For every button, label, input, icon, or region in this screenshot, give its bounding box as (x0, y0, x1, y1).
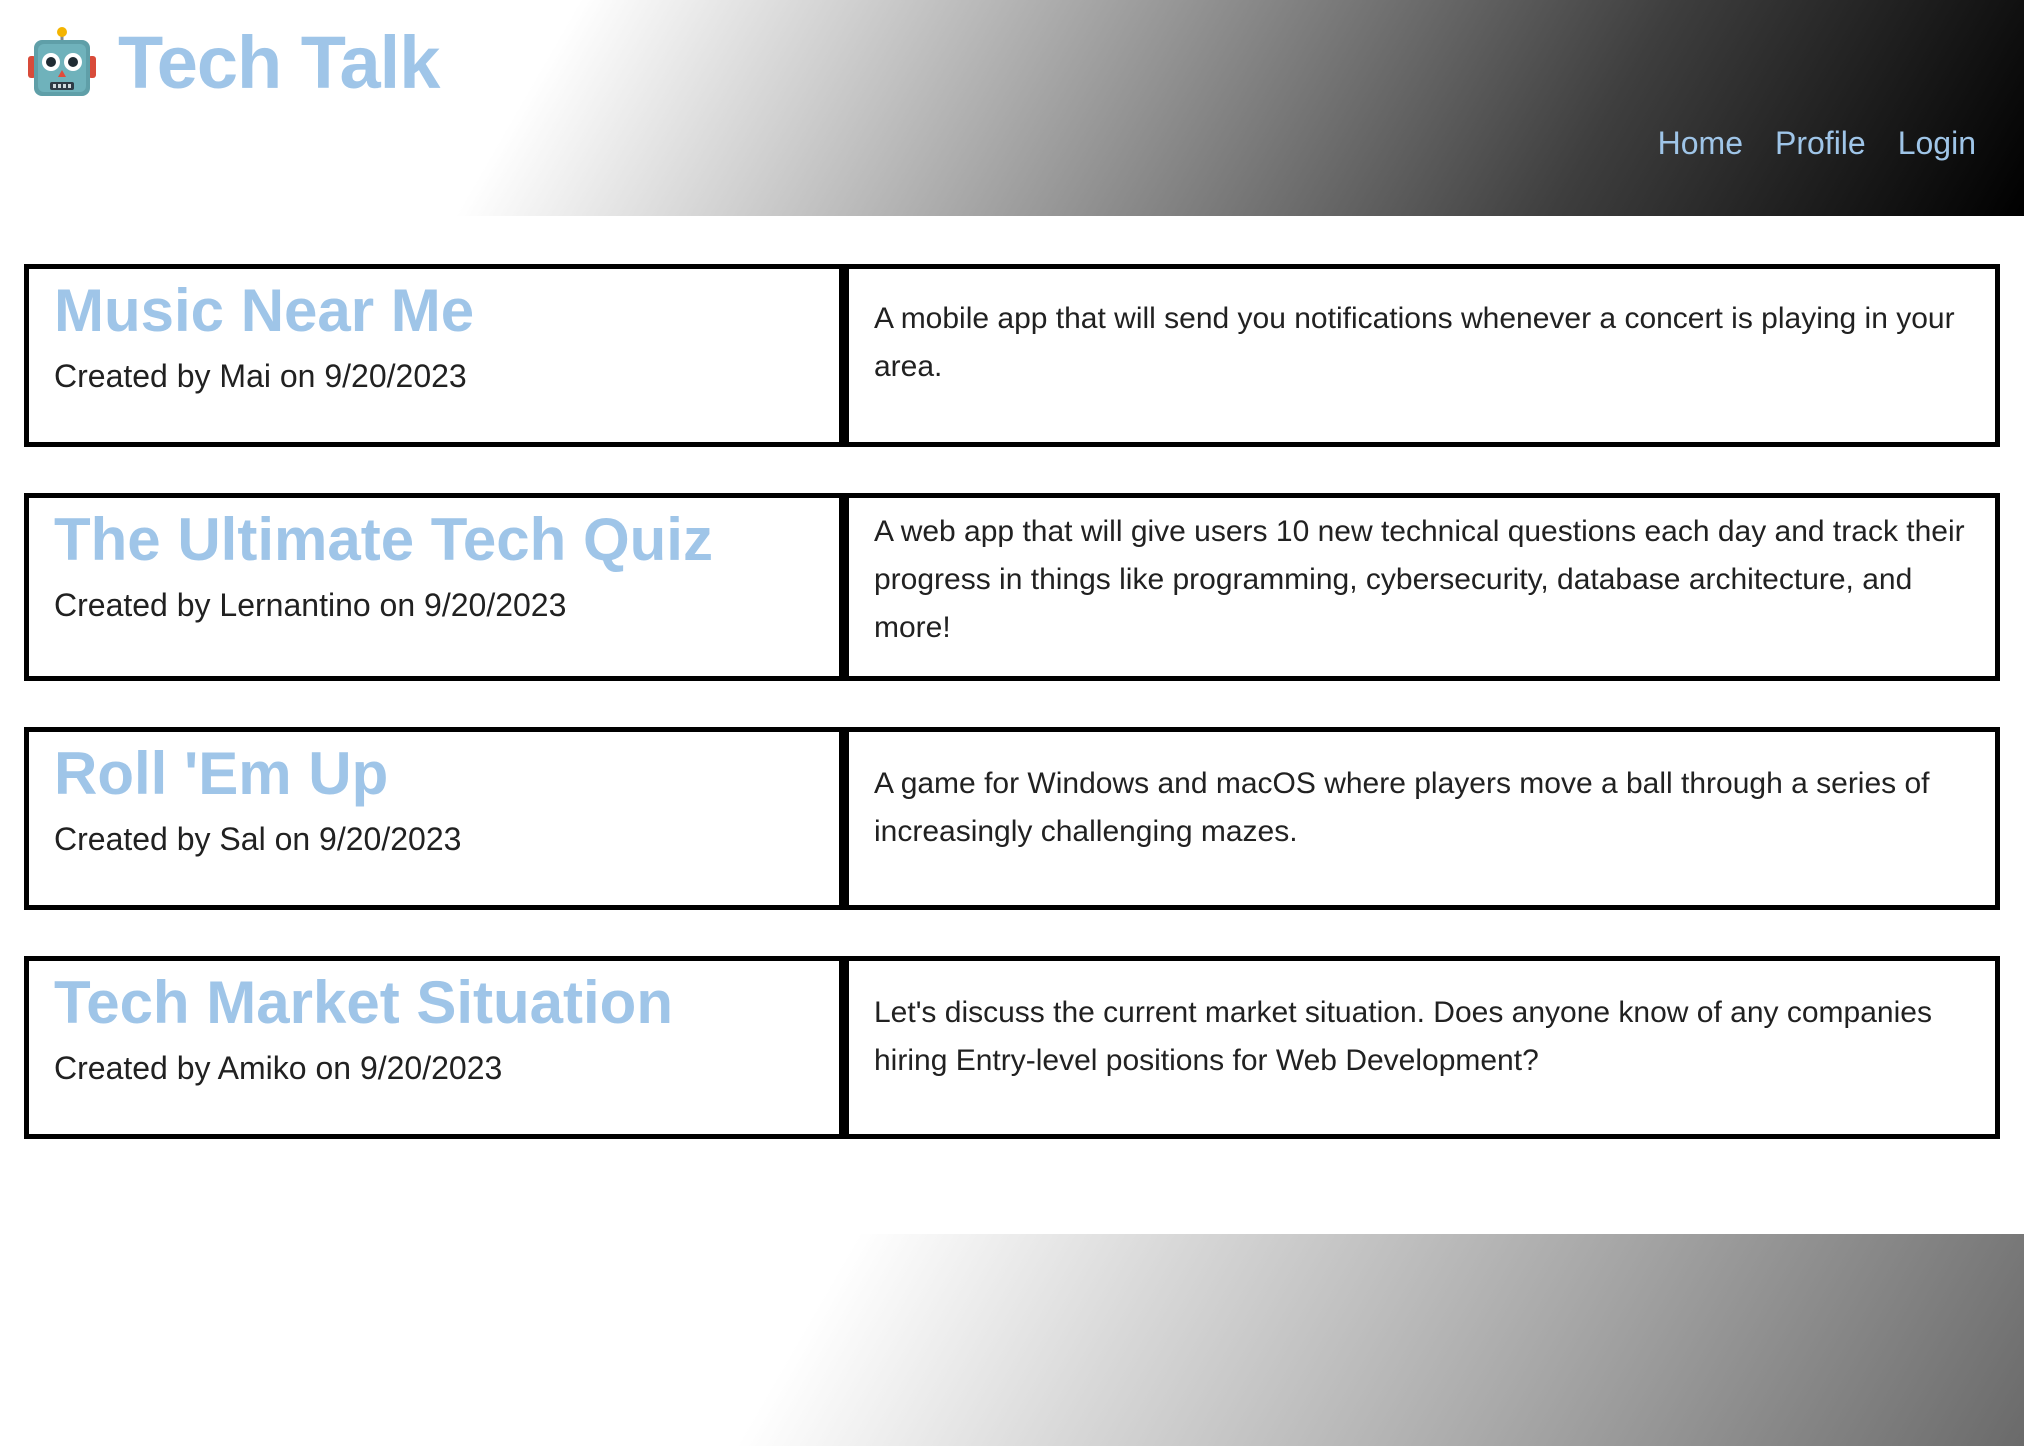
post-description: Let's discuss the current market situati… (874, 996, 1932, 1077)
post-title-link[interactable]: Tech Market Situation (54, 970, 839, 1036)
brand[interactable]: Tech Talk (28, 18, 440, 108)
post-description: A web app that will give users 10 new te… (874, 515, 1965, 644)
post-meta: Created by Amiko on 9/20/2023 (54, 1049, 503, 1086)
post-title-link[interactable]: The Ultimate Tech Quiz (54, 507, 839, 573)
post-title-link[interactable]: Music Near Me (54, 278, 839, 344)
nav-login-link[interactable]: Login (1898, 125, 1976, 162)
post-card: Roll 'Em Up Created by Sal on 9/20/2023 … (24, 727, 2000, 910)
post-card: Tech Market Situation Created by Amiko o… (24, 956, 2000, 1139)
post-list: Music Near Me Created by Mai on 9/20/202… (24, 264, 2000, 1185)
robot-icon (28, 26, 96, 100)
post-card: The Ultimate Tech Quiz Created by Lernan… (24, 493, 2000, 681)
post-header: Roll 'Em Up Created by Sal on 9/20/2023 (29, 732, 849, 905)
post-header: The Ultimate Tech Quiz Created by Lernan… (29, 498, 849, 676)
post-title-link[interactable]: Roll 'Em Up (54, 741, 839, 807)
site-title[interactable]: Tech Talk (118, 26, 440, 100)
main-nav: Home Profile Login (1658, 125, 1976, 162)
nav-home-link[interactable]: Home (1658, 125, 1743, 162)
post-description: A mobile app that will send you notifica… (874, 302, 1955, 383)
post-meta: Created by Lernantino on 9/20/2023 (54, 586, 567, 623)
site-header: Tech Talk Home Profile Login (0, 0, 2024, 216)
post-meta: Created by Sal on 9/20/2023 (54, 820, 462, 857)
site-footer (0, 1234, 2024, 1446)
post-description: A game for Windows and macOS where playe… (874, 767, 1930, 848)
nav-profile-link[interactable]: Profile (1775, 125, 1866, 162)
post-card: Music Near Me Created by Mai on 9/20/202… (24, 264, 2000, 447)
post-header: Music Near Me Created by Mai on 9/20/202… (29, 269, 849, 442)
post-header: Tech Market Situation Created by Amiko o… (29, 961, 849, 1134)
post-meta: Created by Mai on 9/20/2023 (54, 357, 467, 394)
